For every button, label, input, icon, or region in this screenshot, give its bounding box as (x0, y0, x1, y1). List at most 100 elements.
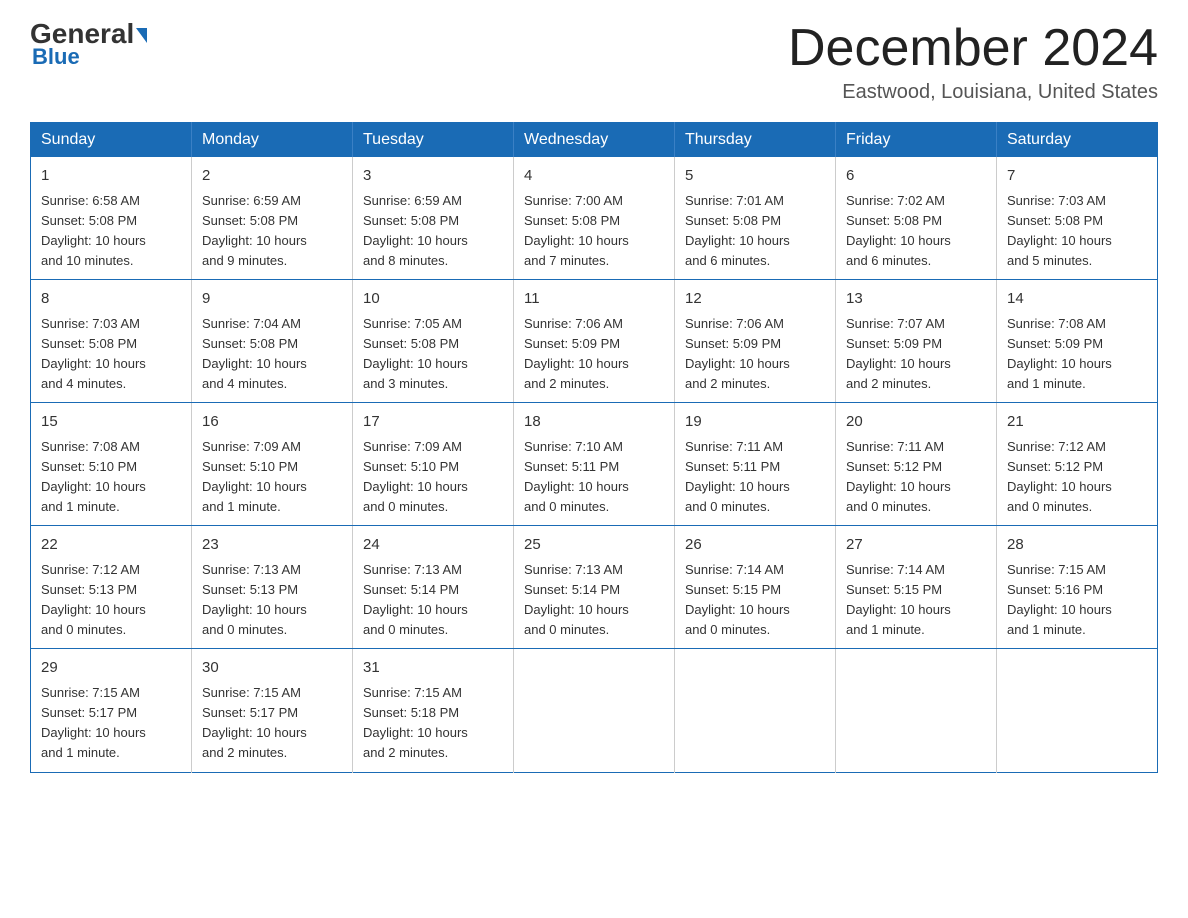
day-info: Sunrise: 7:15 AMSunset: 5:17 PMDaylight:… (202, 683, 342, 764)
calendar-day-cell: 11 Sunrise: 7:06 AMSunset: 5:09 PMDayligh… (514, 280, 675, 403)
day-info: Sunrise: 7:06 AMSunset: 5:09 PMDaylight:… (685, 314, 825, 395)
calendar-day-cell: 25Sunrise: 7:13 AMSunset: 5:14 PMDayligh… (514, 526, 675, 649)
day-number: 11 (524, 288, 664, 311)
calendar-day-cell: 15 Sunrise: 7:08 AMSunset: 5:10 PMDayligh… (31, 403, 192, 526)
day-of-week-header: Saturday (997, 123, 1158, 158)
calendar-day-cell: 4Sunrise: 7:00 AMSunset: 5:08 PMDaylight… (514, 157, 675, 280)
title-block: December 2024 Eastwood, Louisiana, Unite… (788, 20, 1158, 104)
day-number: 19 (685, 411, 825, 434)
calendar-day-cell: 14 Sunrise: 7:08 AMSunset: 5:09 PMDayligh… (997, 280, 1158, 403)
day-number: 18 (524, 411, 664, 434)
calendar-week-row: 8 Sunrise: 7:03 AMSunset: 5:08 PMDaylight… (31, 280, 1158, 403)
calendar-day-cell: 20 Sunrise: 7:11 AMSunset: 5:12 PMDayligh… (836, 403, 997, 526)
day-info: Sunrise: 7:11 AMSunset: 5:12 PMDaylight:… (846, 437, 986, 518)
location-subtitle: Eastwood, Louisiana, United States (788, 81, 1158, 104)
calendar-day-cell: 13Sunrise: 7:07 AMSunset: 5:09 PMDayligh… (836, 280, 997, 403)
day-info: Sunrise: 7:12 AMSunset: 5:12 PMDaylight:… (1007, 437, 1147, 518)
calendar-day-cell: 21 Sunrise: 7:12 AMSunset: 5:12 PMDayligh… (997, 403, 1158, 526)
calendar-week-row: 15 Sunrise: 7:08 AMSunset: 5:10 PMDayligh… (31, 403, 1158, 526)
day-info: Sunrise: 7:11 AMSunset: 5:11 PMDaylight:… (685, 437, 825, 518)
day-info: Sunrise: 7:10 AMSunset: 5:11 PMDaylight:… (524, 437, 664, 518)
calendar-header-row: SundayMondayTuesdayWednesdayThursdayFrid… (31, 123, 1158, 158)
calendar-week-row: 29 Sunrise: 7:15 AMSunset: 5:17 PMDayligh… (31, 649, 1158, 772)
day-number: 8 (41, 288, 181, 311)
calendar-day-cell: 9 Sunrise: 7:04 AMSunset: 5:08 PMDaylight… (192, 280, 353, 403)
day-info: Sunrise: 7:06 AMSunset: 5:09 PMDaylight:… (524, 314, 664, 395)
day-info: Sunrise: 7:15 AMSunset: 5:17 PMDaylight:… (41, 683, 181, 764)
day-info: Sunrise: 6:58 AMSunset: 5:08 PMDaylight:… (41, 191, 181, 272)
day-of-week-header: Sunday (31, 123, 192, 158)
day-number: 26 (685, 534, 825, 557)
day-info: Sunrise: 7:09 AMSunset: 5:10 PMDaylight:… (202, 437, 342, 518)
day-number: 22 (41, 534, 181, 557)
day-number: 30 (202, 657, 342, 680)
calendar-table: SundayMondayTuesdayWednesdayThursdayFrid… (30, 122, 1158, 772)
calendar-day-cell: 17 Sunrise: 7:09 AMSunset: 5:10 PMDayligh… (353, 403, 514, 526)
day-info: Sunrise: 7:13 AMSunset: 5:13 PMDaylight:… (202, 560, 342, 641)
calendar-day-cell (675, 649, 836, 772)
day-info: Sunrise: 7:02 AMSunset: 5:08 PMDaylight:… (846, 191, 986, 272)
day-info: Sunrise: 7:14 AMSunset: 5:15 PMDaylight:… (685, 560, 825, 641)
day-of-week-header: Tuesday (353, 123, 514, 158)
month-year-title: December 2024 (788, 20, 1158, 77)
day-number: 27 (846, 534, 986, 557)
calendar-day-cell: 2 Sunrise: 6:59 AMSunset: 5:08 PMDaylight… (192, 157, 353, 280)
day-number: 20 (846, 411, 986, 434)
day-number: 31 (363, 657, 503, 680)
calendar-day-cell (836, 649, 997, 772)
calendar-day-cell: 31 Sunrise: 7:15 AMSunset: 5:18 PMDayligh… (353, 649, 514, 772)
calendar-day-cell: 7Sunrise: 7:03 AMSunset: 5:08 PMDaylight… (997, 157, 1158, 280)
day-number: 12 (685, 288, 825, 311)
calendar-day-cell: 30 Sunrise: 7:15 AMSunset: 5:17 PMDayligh… (192, 649, 353, 772)
day-info: Sunrise: 7:03 AMSunset: 5:08 PMDaylight:… (1007, 191, 1147, 272)
day-info: Sunrise: 7:01 AMSunset: 5:08 PMDaylight:… (685, 191, 825, 272)
calendar-day-cell (997, 649, 1158, 772)
day-info: Sunrise: 6:59 AMSunset: 5:08 PMDaylight:… (202, 191, 342, 272)
day-number: 10 (363, 288, 503, 311)
calendar-day-cell: 12 Sunrise: 7:06 AMSunset: 5:09 PMDayligh… (675, 280, 836, 403)
calendar-day-cell: 3 Sunrise: 6:59 AMSunset: 5:08 PMDaylight… (353, 157, 514, 280)
day-number: 13 (846, 288, 986, 311)
day-number: 15 (41, 411, 181, 434)
day-number: 24 (363, 534, 503, 557)
day-number: 2 (202, 165, 342, 188)
day-info: Sunrise: 7:09 AMSunset: 5:10 PMDaylight:… (363, 437, 503, 518)
day-info: Sunrise: 7:08 AMSunset: 5:09 PMDaylight:… (1007, 314, 1147, 395)
day-number: 1 (41, 165, 181, 188)
day-of-week-header: Thursday (675, 123, 836, 158)
day-number: 14 (1007, 288, 1147, 311)
calendar-day-cell: 10Sunrise: 7:05 AMSunset: 5:08 PMDayligh… (353, 280, 514, 403)
logo-text-blue: Blue (30, 44, 80, 70)
calendar-day-cell: 23Sunrise: 7:13 AMSunset: 5:13 PMDayligh… (192, 526, 353, 649)
day-number: 16 (202, 411, 342, 434)
day-number: 6 (846, 165, 986, 188)
day-info: Sunrise: 7:04 AMSunset: 5:08 PMDaylight:… (202, 314, 342, 395)
day-number: 25 (524, 534, 664, 557)
day-info: Sunrise: 7:15 AMSunset: 5:18 PMDaylight:… (363, 683, 503, 764)
day-number: 29 (41, 657, 181, 680)
calendar-day-cell: 22 Sunrise: 7:12 AMSunset: 5:13 PMDayligh… (31, 526, 192, 649)
day-number: 17 (363, 411, 503, 434)
page-header: General Blue December 2024 Eastwood, Lou… (30, 20, 1158, 104)
day-number: 3 (363, 165, 503, 188)
day-info: Sunrise: 7:12 AMSunset: 5:13 PMDaylight:… (41, 560, 181, 641)
day-info: Sunrise: 6:59 AMSunset: 5:08 PMDaylight:… (363, 191, 503, 272)
calendar-day-cell (514, 649, 675, 772)
day-info: Sunrise: 7:03 AMSunset: 5:08 PMDaylight:… (41, 314, 181, 395)
calendar-day-cell: 24Sunrise: 7:13 AMSunset: 5:14 PMDayligh… (353, 526, 514, 649)
calendar-week-row: 22 Sunrise: 7:12 AMSunset: 5:13 PMDayligh… (31, 526, 1158, 649)
calendar-day-cell: 8 Sunrise: 7:03 AMSunset: 5:08 PMDaylight… (31, 280, 192, 403)
day-number: 21 (1007, 411, 1147, 434)
calendar-day-cell: 6 Sunrise: 7:02 AMSunset: 5:08 PMDaylight… (836, 157, 997, 280)
day-info: Sunrise: 7:08 AMSunset: 5:10 PMDaylight:… (41, 437, 181, 518)
calendar-day-cell: 5Sunrise: 7:01 AMSunset: 5:08 PMDaylight… (675, 157, 836, 280)
day-info: Sunrise: 7:00 AMSunset: 5:08 PMDaylight:… (524, 191, 664, 272)
calendar-day-cell: 27Sunrise: 7:14 AMSunset: 5:15 PMDayligh… (836, 526, 997, 649)
calendar-day-cell: 26 Sunrise: 7:14 AMSunset: 5:15 PMDayligh… (675, 526, 836, 649)
day-of-week-header: Wednesday (514, 123, 675, 158)
calendar-day-cell: 29 Sunrise: 7:15 AMSunset: 5:17 PMDayligh… (31, 649, 192, 772)
calendar-day-cell: 18 Sunrise: 7:10 AMSunset: 5:11 PMDayligh… (514, 403, 675, 526)
day-of-week-header: Monday (192, 123, 353, 158)
calendar-day-cell: 1 Sunrise: 6:58 AMSunset: 5:08 PMDaylight… (31, 157, 192, 280)
day-number: 9 (202, 288, 342, 311)
